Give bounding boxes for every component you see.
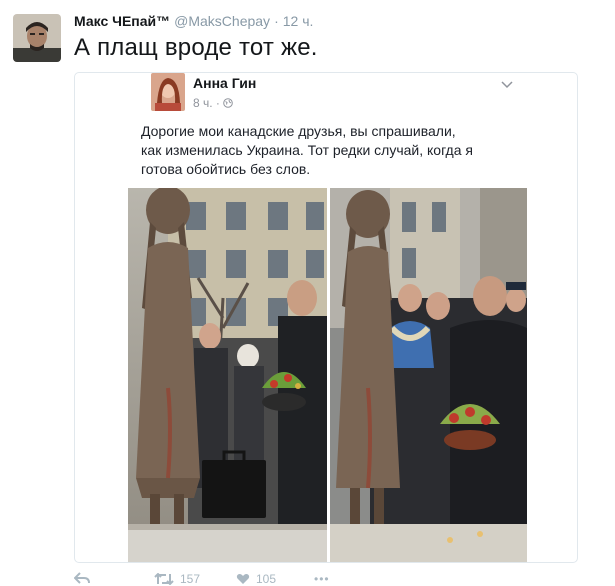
post-author-name: Анна Гин xyxy=(193,75,257,91)
post-author-avatar xyxy=(151,73,185,111)
tweet-text: А плащ вроде тот же. xyxy=(74,34,318,61)
post-text-line: как изменилась Украина. Тот редки случай… xyxy=(141,142,473,158)
post-text-line: готова обойтись без слов. xyxy=(141,161,311,177)
like-button[interactable]: 105 xyxy=(236,572,276,586)
post-time: 8 ч. · xyxy=(193,96,224,110)
tweet-timestamp[interactable]: 12 ч. xyxy=(283,13,314,29)
reply-icon xyxy=(74,572,90,584)
header-separator: · xyxy=(274,13,279,29)
more-icon: ••• xyxy=(314,572,330,586)
tweet-header: Макс ЧЕпай™ @MaksChepay · 12 ч. xyxy=(74,13,313,29)
author-handle[interactable]: @MaksChepay xyxy=(174,13,270,29)
chevron-down-icon xyxy=(500,77,514,89)
post-text-line: Дорогие мои канадские друзья, вы спрашив… xyxy=(141,123,456,139)
reply-button[interactable] xyxy=(74,572,90,584)
tweet-actions: 157 105 ••• xyxy=(74,570,474,586)
author-avatar[interactable] xyxy=(13,14,61,62)
photo-left xyxy=(128,188,327,562)
post-meta: 8 ч. · xyxy=(193,96,234,111)
retweet-button[interactable]: 157 xyxy=(154,572,200,586)
retweet-icon xyxy=(154,573,174,585)
photo-right xyxy=(330,188,527,562)
retweet-count: 157 xyxy=(180,572,201,586)
globe-icon xyxy=(223,97,234,111)
tweet: Макс ЧЕпай™ @MaksChepay · 12 ч. А плащ врод… xyxy=(0,0,615,586)
like-count: 105 xyxy=(256,572,277,586)
more-options-button[interactable]: ••• xyxy=(314,572,330,586)
post-text: Дорогие мои канадские друзья, вы спрашив… xyxy=(141,122,521,179)
author-name[interactable]: Макс ЧЕпай™ xyxy=(74,13,170,29)
heart-icon xyxy=(236,573,250,585)
